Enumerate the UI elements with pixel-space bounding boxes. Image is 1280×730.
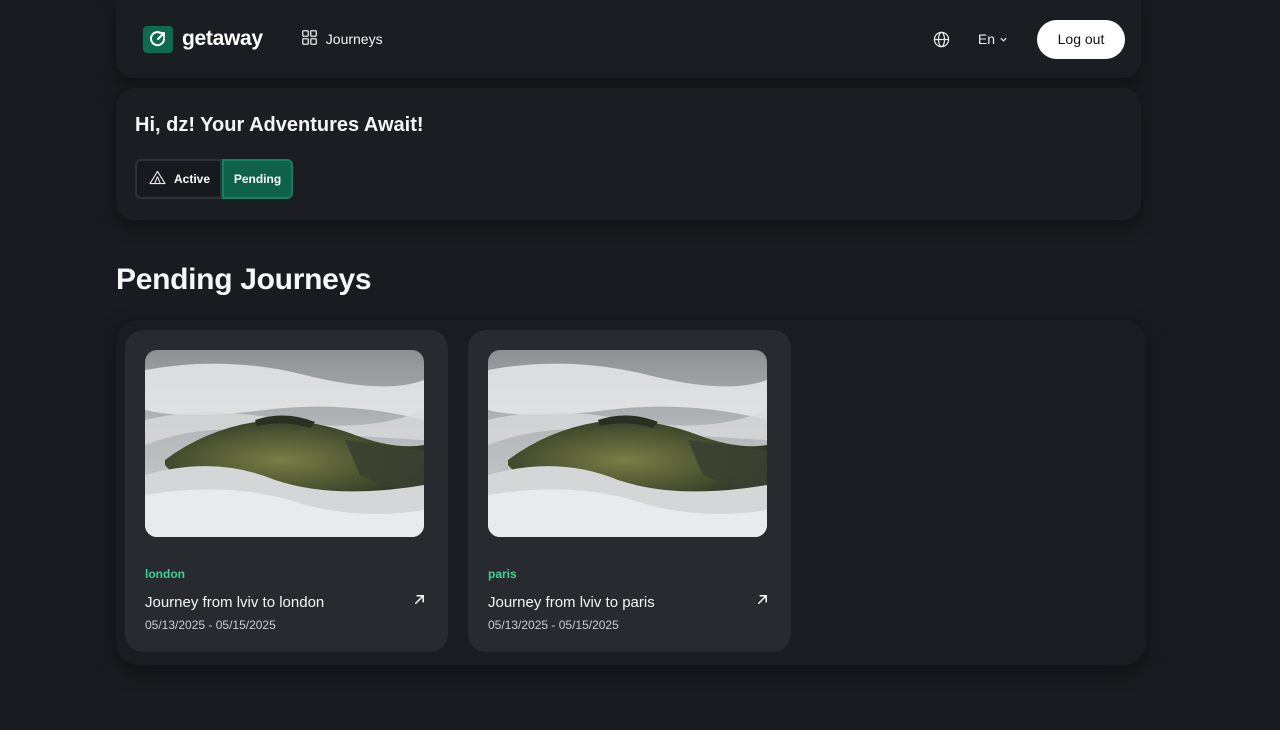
tab-pending-label: Pending: [233, 172, 282, 186]
journey-card[interactable]: london Journey from lviv to london 05/13…: [125, 330, 448, 652]
chevron-down-icon: [999, 31, 1008, 47]
journey-title: Journey from lviv to london: [145, 593, 325, 611]
tab-active[interactable]: Active: [135, 159, 222, 199]
journey-title: Journey from lviv to paris: [488, 593, 655, 611]
journey-dates: 05/13/2025 - 05/15/2025: [145, 618, 276, 632]
globe-icon[interactable]: [933, 31, 950, 48]
top-nav: getaway Journeys En Log out: [116, 0, 1141, 78]
greeting-title: Hi, dz! Your Adventures Await!: [135, 114, 424, 136]
logo-link[interactable]: getaway: [143, 25, 263, 53]
brand-name: getaway: [182, 27, 263, 50]
foggy-hill-photo: [145, 350, 424, 537]
nav-journeys-link[interactable]: Journeys: [301, 30, 383, 48]
logout-button[interactable]: Log out: [1037, 19, 1125, 59]
foggy-hill-photo: [488, 350, 767, 537]
tent-icon: [149, 170, 166, 188]
journey-title-row: Journey from lviv to paris: [488, 593, 771, 611]
nav-journeys-label: Journeys: [325, 31, 383, 47]
language-select[interactable]: En: [978, 31, 1008, 47]
journey-destination-tag: paris: [488, 567, 517, 581]
tab-pending[interactable]: Pending: [222, 159, 293, 199]
logo-icon: [143, 25, 173, 53]
language-label: En: [977, 31, 995, 47]
page: getaway Journeys En Log out Hi, dz! Your…: [0, 0, 1280, 730]
grid-icon: [301, 30, 317, 48]
journey-title-row: Journey from lviv to london: [145, 593, 428, 611]
arrow-up-right-icon[interactable]: [413, 593, 426, 611]
tab-active-label: Active: [174, 172, 211, 186]
journey-status-tabs: Active Pending: [135, 159, 1122, 199]
journey-card[interactable]: paris Journey from lviv to paris 05/13/2…: [468, 330, 791, 652]
arrow-up-right-icon[interactable]: [756, 593, 769, 611]
greeting-card: Hi, dz! Your Adventures Await! Active Pe…: [116, 88, 1141, 220]
journey-destination-tag: london: [145, 567, 185, 581]
journey-dates: 05/13/2025 - 05/15/2025: [488, 618, 619, 632]
header-actions: En Log out: [933, 19, 1125, 59]
section-title: Pending Journeys: [116, 263, 372, 296]
